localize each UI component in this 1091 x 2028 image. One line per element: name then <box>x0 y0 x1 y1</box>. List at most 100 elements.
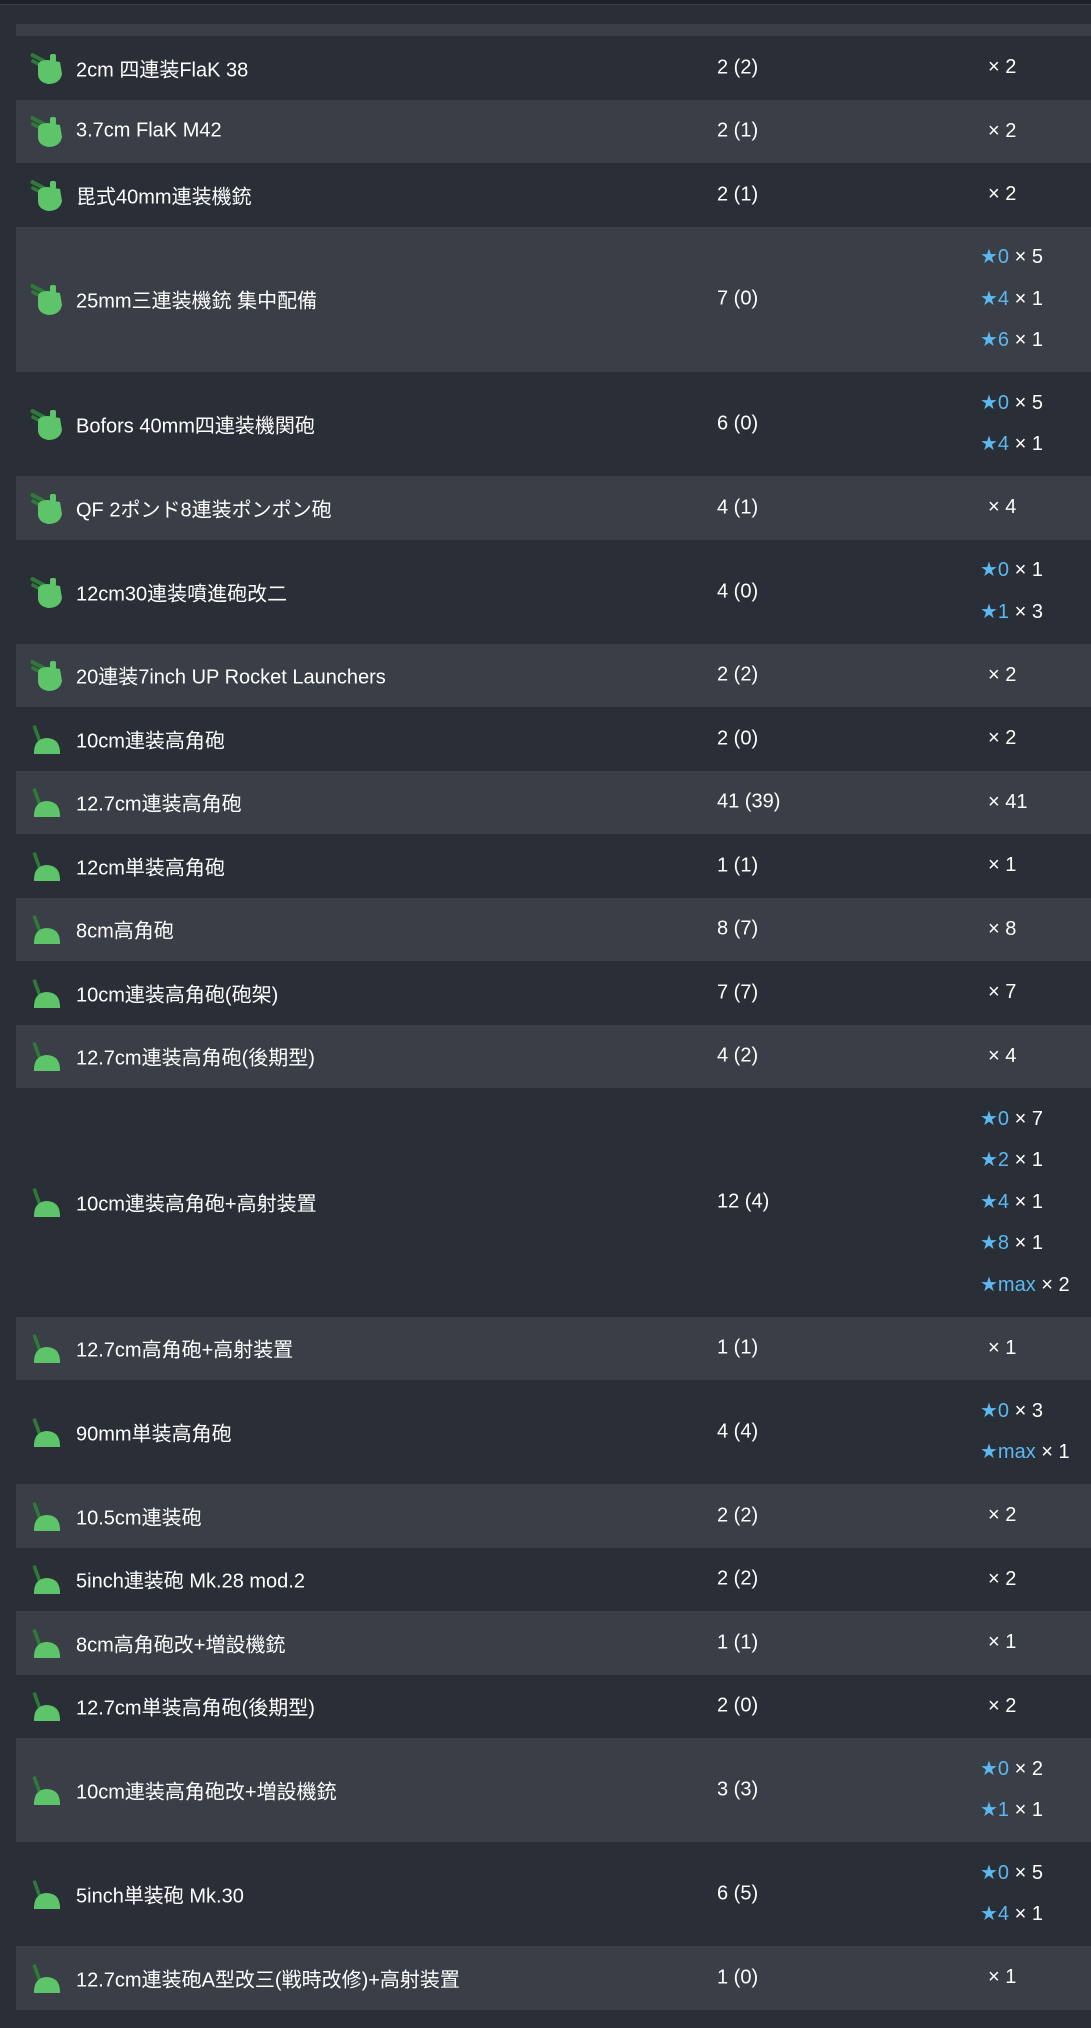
star-quantity: × 5 <box>1014 246 1043 268</box>
star-quantity: × 2 <box>988 183 1017 205</box>
improvement-breakdown: × 2 <box>980 100 1016 164</box>
star-level: ★0 <box>980 1107 1010 1130</box>
table-row[interactable]: 8cm高角砲改+増設機銃 1 (1) × 1 <box>16 1611 1091 1675</box>
aa-gun-icon <box>28 177 64 213</box>
table-row[interactable]: 12cm30連装噴進砲改二 4 (0) ★0 × 1 ★1 × 3 <box>16 539 1091 644</box>
star-quantity: × 4 <box>988 1044 1017 1067</box>
equipment-count: 7 (0) <box>717 287 759 310</box>
star-level: ★1 <box>980 600 1010 623</box>
equipment-name: QF 2ポンド8連装ポンポン砲 <box>76 499 332 522</box>
ha-gun-icon <box>28 1330 64 1366</box>
star-quantity: × 41 <box>988 790 1028 813</box>
equipment-name: 2cm 四連装FlaK 38 <box>76 59 249 82</box>
improvement-breakdown: ★0 × 1 ★1 × 3 <box>980 540 1043 644</box>
improvement-breakdown: × 2 <box>980 644 1016 708</box>
table-row[interactable]: 12cm単装高角砲 1 (1) × 1 <box>16 834 1091 898</box>
ha-gun-icon <box>28 721 64 757</box>
star-quantity: × 2 <box>1014 1757 1043 1780</box>
improvement-line: ★max × 1 <box>980 1432 1070 1474</box>
star-quantity: × 2 <box>988 663 1017 686</box>
improvement-breakdown: × 4 <box>980 476 1016 540</box>
star-level: ★max <box>980 1273 1036 1296</box>
table-row[interactable]: 10cm連装高角砲 2 (0) × 2 <box>16 707 1091 771</box>
star-level: ★0 <box>980 1861 1010 1884</box>
table-row[interactable]: 10cm連装高角砲改+増設機銃 3 (3) ★0 × 2 ★1 × 1 <box>16 1738 1091 1842</box>
table-row[interactable]: 20連装7inch UP Rocket Launchers 2 (2) × 2 <box>16 643 1091 708</box>
star-quantity: × 3 <box>1014 1399 1043 1422</box>
equipment-name: 8cm高角砲 <box>76 920 174 943</box>
star-level: ★0 <box>980 391 1010 414</box>
ha-gun-icon <box>28 1498 64 1534</box>
improvement-breakdown: × 1 <box>980 834 1016 898</box>
star-quantity: × 1 <box>988 854 1017 876</box>
equipment-name: 20連装7inch UP Rocket Launchers <box>76 666 386 689</box>
ha-gun-icon <box>28 1038 64 1074</box>
equipment-name: 5inch単装砲 Mk.30 <box>76 1885 244 1908</box>
ha-gun-icon <box>28 1876 64 1912</box>
improvement-line: ★0 × 5 <box>980 237 1043 279</box>
improvement-line: ★4 × 1 <box>980 424 1043 466</box>
improvement-line: × 2 <box>980 111 1016 153</box>
table-row[interactable]: 12.7cm高角砲+高射装置 1 (1) × 1 <box>16 1316 1091 1380</box>
improvement-breakdown: × 2 <box>980 1548 1016 1612</box>
star-quantity: × 4 <box>988 496 1017 518</box>
equipment-name: 10cm連装高角砲+高射装置 <box>76 1193 317 1216</box>
equipment-count: 2 (2) <box>717 56 759 79</box>
equipment-name: 25mm三連装機銃 集中配備 <box>76 290 318 313</box>
equipment-count: 2 (1) <box>717 183 759 206</box>
table-row[interactable]: 10cm連装高角砲+高射装置 12 (4) ★0 × 7 ★2 × 1 ★4 × 1 ★8… <box>16 1088 1091 1317</box>
improvement-breakdown: × 2 <box>980 1484 1016 1548</box>
improvement-line: ★1 × 3 <box>980 592 1043 634</box>
improvement-line: ★0 × 5 <box>980 1853 1043 1895</box>
ha-gun-icon <box>28 911 64 947</box>
improvement-line: × 2 <box>980 655 1016 697</box>
table-row[interactable]: 8cm高角砲 8 (7) × 8 <box>16 897 1091 961</box>
improvement-line: ★max × 2 <box>980 1265 1070 1307</box>
star-level: ★2 <box>980 1149 1010 1171</box>
table-row[interactable]: 毘式40mm連装機銃 2 (1) × 2 <box>16 163 1091 227</box>
equipment-count: 2 (2) <box>717 1567 759 1590</box>
improvement-breakdown: ★0 × 3 ★max × 1 <box>980 1380 1070 1484</box>
star-level: ★6 <box>980 329 1010 351</box>
equipment-count: 1 (1) <box>717 854 759 877</box>
improvement-line: ★4 × 1 <box>980 1894 1043 1936</box>
equipment-name: 10cm連装高角砲(砲架) <box>76 984 279 1007</box>
table-row[interactable]: 3.7cm FlaK M42 2 (1) × 2 <box>16 99 1091 164</box>
table-row[interactable]: 5inch単装砲 Mk.30 6 (5) ★0 × 5 ★4 × 1 <box>16 1842 1091 1946</box>
table-row[interactable]: 25mm三連装機銃 集中配備 7 (0) ★0 × 5 ★4 × 1 ★6 × 1 <box>16 226 1091 372</box>
aa-gun-icon <box>28 50 64 86</box>
star-level: ★4 <box>980 1903 1010 1925</box>
table-row[interactable]: 2cm 四連装FlaK 38 2 (2) × 2 <box>16 36 1091 100</box>
star-quantity: × 1 <box>1014 1903 1043 1925</box>
equipment-count: 4 (0) <box>717 580 759 602</box>
improvement-line: ★0 × 2 <box>980 1749 1043 1791</box>
equipment-name: 10.5cm連装砲 <box>76 1507 202 1530</box>
improvement-breakdown: ★0 × 5 ★4 × 1 <box>980 372 1043 476</box>
aa-gun-icon <box>28 281 64 317</box>
equipment-count: 3 (3) <box>717 1778 759 1801</box>
table-row[interactable]: 12.7cm連装高角砲(後期型) 4 (2) × 4 <box>16 1024 1091 1088</box>
table-row[interactable]: 10cm連装高角砲(砲架) 7 (7) × 7 <box>16 961 1091 1025</box>
table-row[interactable]: 10.5cm連装砲 2 (2) × 2 <box>16 1484 1091 1548</box>
equipment-count: 1 (1) <box>717 1631 759 1654</box>
table-row[interactable]: 90mm単装高角砲 4 (4) ★0 × 3 ★max × 1 <box>16 1380 1091 1484</box>
improvement-line: ★6 × 1 <box>980 320 1043 362</box>
table-row[interactable]: 12.7cm連装高角砲 41 (39) × 41 <box>16 770 1091 834</box>
star-level: ★0 <box>980 1399 1010 1422</box>
improvement-line: × 2 <box>980 1686 1016 1728</box>
equipment-name: 10cm連装高角砲 <box>76 730 225 753</box>
star-quantity: × 5 <box>1014 391 1043 414</box>
improvement-line: ★0 × 3 <box>980 1391 1070 1433</box>
table-row[interactable]: QF 2ポンド8連装ポンポン砲 4 (1) × 4 <box>16 476 1091 540</box>
equipment-count: 8 (7) <box>717 917 759 940</box>
table-row[interactable]: 12.7cm連装砲A型改三(戦時改修)+高射装置 1 (0) × 1 <box>16 1946 1091 2010</box>
table-row[interactable]: 5inch連装砲 Mk.28 mod.2 2 (2) × 2 <box>16 1547 1091 1612</box>
improvement-line: × 41 <box>980 782 1027 824</box>
equipment-count: 4 (4) <box>717 1420 759 1443</box>
table-row[interactable]: 12.7cm単装高角砲(後期型) 2 (0) × 2 <box>16 1674 1091 1738</box>
improvement-breakdown: × 1 <box>980 1946 1016 2010</box>
star-quantity: × 3 <box>1014 600 1043 623</box>
table-row[interactable]: Bofors 40mm四連装機関砲 6 (0) ★0 × 5 ★4 × 1 <box>16 372 1091 476</box>
equipment-name: 12.7cm高角砲+高射装置 <box>76 1339 294 1362</box>
aa-gun-icon <box>28 113 64 149</box>
